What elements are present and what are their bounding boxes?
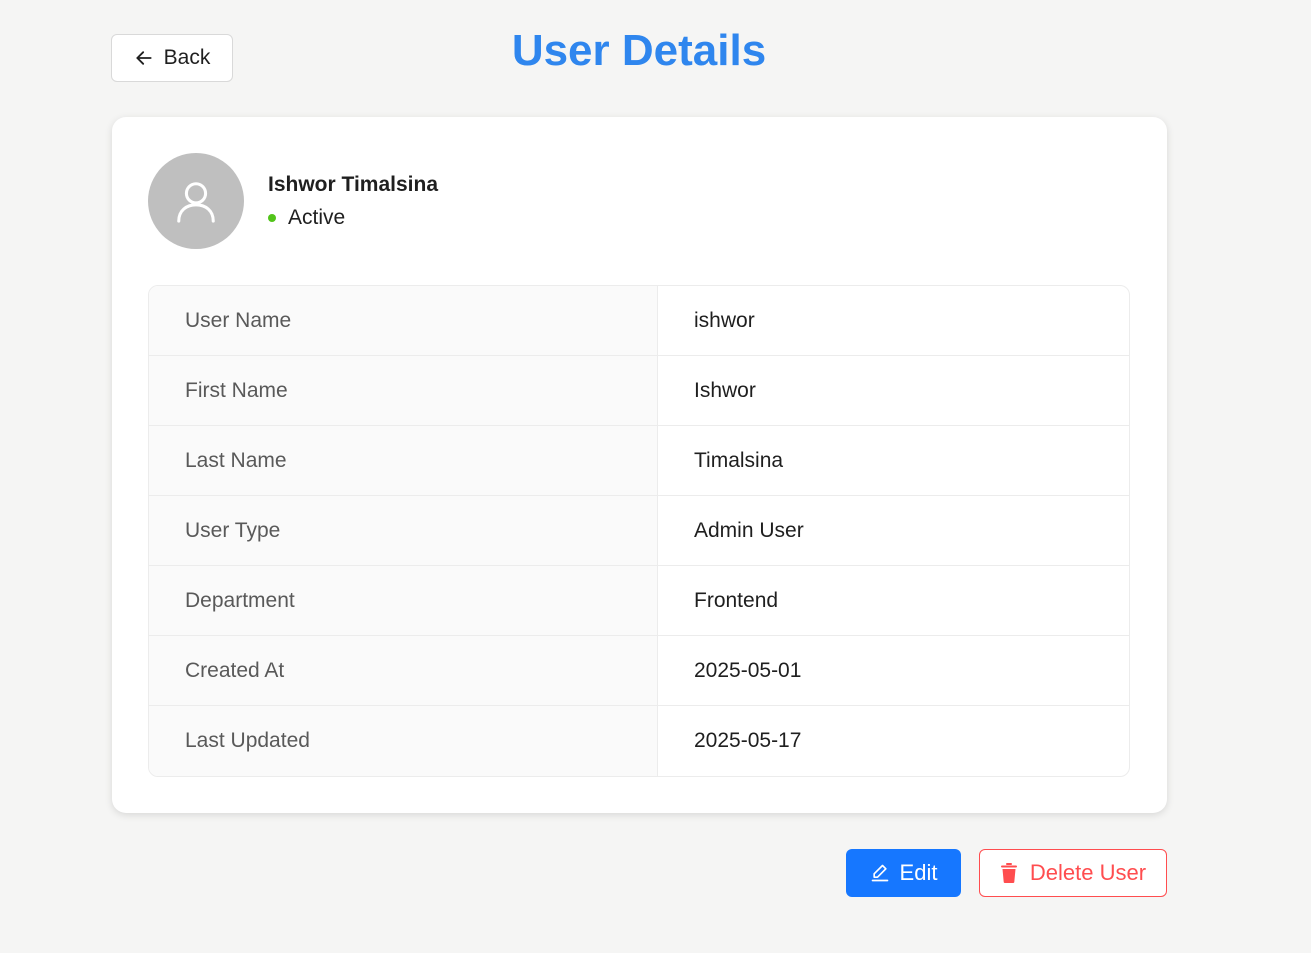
avatar [148, 153, 244, 249]
row-value: Admin User [694, 518, 804, 542]
row-label: First Name [149, 356, 658, 425]
delete-button-label: Delete User [1029, 860, 1147, 885]
row-label: User Name [149, 286, 658, 355]
row-value: Ishwor [694, 378, 756, 402]
row-value: 2025-05-17 [694, 729, 802, 752]
status-indicator: Active [268, 206, 345, 230]
table-row: First Name Ishwor [149, 356, 1129, 426]
edit-pen-icon [871, 864, 888, 882]
user-details-card: Ishwor Timalsina Active User Name ishwor… [112, 117, 1167, 813]
row-label: User Type [149, 496, 658, 565]
status-label: Active [288, 206, 346, 229]
table-row: Last Updated 2025-05-17 [149, 706, 1129, 776]
row-value: Timalsina [694, 448, 784, 472]
user-full-name: Ishwor Timalsina [268, 173, 438, 196]
row-label: Last Updated [149, 706, 658, 776]
table-row: Last Name Timalsina [149, 426, 1129, 496]
trash-icon [1000, 863, 1017, 883]
table-row: User Name ishwor [149, 286, 1129, 356]
user-icon [177, 182, 215, 223]
edit-button[interactable]: Edit [846, 849, 961, 897]
row-value: ishwor [694, 308, 755, 332]
table-row: User Type Admin User [149, 496, 1129, 566]
row-value: 2025-05-01 [694, 658, 802, 682]
table-row: Department Frontend [149, 566, 1129, 636]
page-title: User Details [511, 26, 767, 75]
delete-user-button[interactable]: Delete User [979, 849, 1167, 897]
row-label: Department [149, 566, 658, 635]
edit-button-label: Edit [899, 860, 938, 885]
row-label: Last Name [149, 426, 658, 495]
status-dot-icon [268, 214, 276, 222]
details-table: User Name ishwor First Name Ishwor Last … [148, 285, 1130, 777]
row-value: Frontend [694, 588, 779, 612]
row-label: Created At [149, 636, 658, 705]
table-row: Created At 2025-05-01 [149, 636, 1129, 706]
